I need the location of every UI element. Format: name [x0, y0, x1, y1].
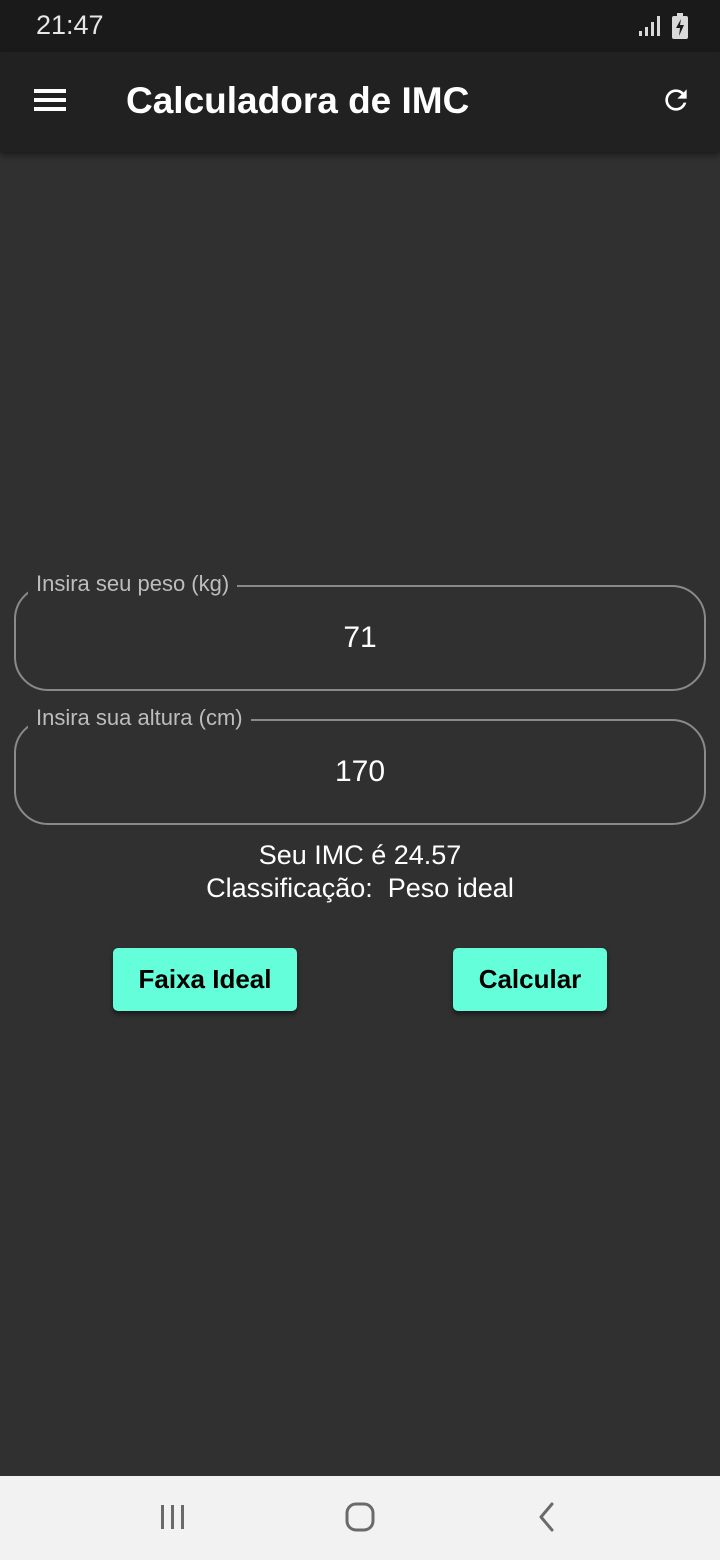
menu-icon: [33, 87, 67, 118]
bmi-classification: Classificação: Peso ideal: [206, 873, 514, 903]
back-button[interactable]: [524, 1496, 570, 1542]
recents-icon: [158, 1503, 188, 1536]
battery-charging-icon: [672, 12, 688, 44]
bmi-result: Seu IMC é 24.57: [258, 840, 462, 870]
recents-button[interactable]: [150, 1496, 196, 1542]
status-icons: [638, 12, 688, 44]
home-button[interactable]: [337, 1496, 383, 1542]
back-icon: [535, 1501, 559, 1538]
signal-icon: [638, 15, 660, 42]
home-icon: [344, 1501, 376, 1538]
height-field: Insira sua altura (cm): [14, 699, 706, 825]
calculate-button[interactable]: Calcular: [453, 948, 607, 1011]
page-title: Calculadora de IMC: [126, 80, 470, 121]
weight-field: Insira seu peso (kg): [14, 565, 706, 691]
navigation-bar: [0, 1476, 720, 1560]
app-bar: Calculadora de IMC: [0, 52, 720, 152]
refresh-icon: [660, 84, 692, 121]
refresh-button[interactable]: [654, 80, 698, 124]
height-input[interactable]: [14, 719, 706, 825]
status-time: 21:47: [36, 10, 104, 40]
menu-button[interactable]: [28, 80, 72, 124]
ideal-range-button[interactable]: Faixa Ideal: [113, 948, 297, 1011]
weight-input[interactable]: [14, 585, 706, 691]
status-bar: 21:47: [0, 0, 720, 52]
